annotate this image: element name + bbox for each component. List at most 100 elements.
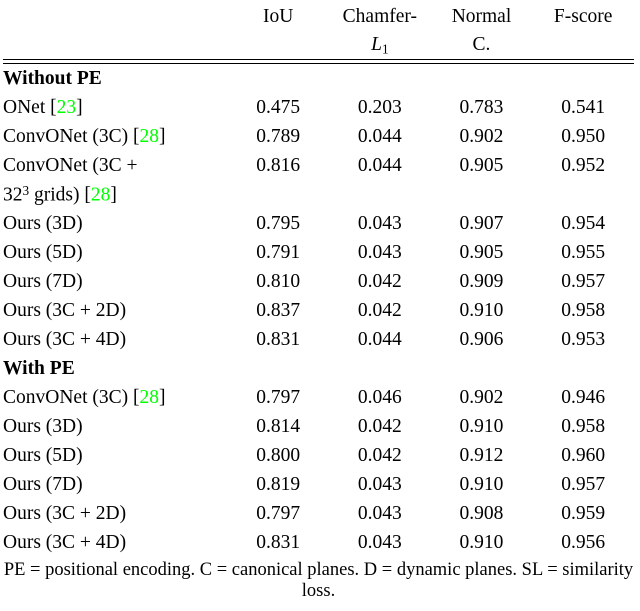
header-f-score: F-score (553, 5, 613, 27)
table-row: Ours (3C + 4D) 0.831 0.043 0.910 0.956 (3, 528, 634, 557)
cell-f-score: 0.958 (561, 415, 606, 437)
cell-chamfer-l1: 0.203 (357, 96, 402, 118)
table-row: Ours (3C + 2D) 0.837 0.042 0.910 0.958 (3, 296, 634, 325)
cell-chamfer-l1: 0.046 (357, 386, 402, 408)
cell-normal-consistency: 0.905 (459, 154, 504, 176)
cell-f-score: 0.957 (561, 473, 606, 495)
table-row-continuation: 323 grids) [28] (3, 180, 634, 209)
header-iou-line2 (227, 31, 329, 60)
section-heading-label: With PE (3, 357, 75, 379)
table-row: ConvONet (3C) [28] 0.797 0.046 0.902 0.946 (3, 383, 634, 412)
table-row: Ours (7D) 0.819 0.043 0.910 0.957 (3, 470, 634, 499)
cell-normal-consistency: 0.910 (459, 531, 504, 553)
cell-chamfer-l1: 0.042 (357, 270, 402, 292)
section-heading-row: With PE (3, 354, 634, 383)
cell-iou: 0.795 (256, 212, 301, 234)
continuation-empty-cell (532, 180, 634, 209)
section-heading-empty-cell (329, 64, 431, 94)
cell-chamfer-l1: 0.043 (357, 531, 402, 553)
cell-iou: 0.800 (256, 444, 301, 466)
row-label: ConvONet (3C) [28] (3, 386, 166, 408)
cell-f-score: 0.958 (561, 299, 606, 321)
row-label: ONet [23] (3, 96, 83, 118)
cell-chamfer-l1: 0.042 (357, 415, 402, 437)
row-label: Ours (7D) (3, 270, 83, 292)
section-heading-empty-cell (532, 64, 634, 94)
cell-chamfer-l1: 0.044 (357, 125, 402, 147)
cell-iou: 0.791 (256, 241, 301, 263)
cell-normal-consistency: 0.902 (459, 125, 504, 147)
section-heading: Without PE (3, 64, 227, 94)
cell-normal-consistency: 0.907 (459, 212, 504, 234)
table-caption: PE = positional encoding. C = canonical … (3, 560, 634, 601)
cell-f-score: 0.954 (561, 212, 606, 234)
cell-iou: 0.831 (256, 531, 301, 553)
results-table: IoU Chamfer- Normal F-score L1 C. Without PE… (3, 2, 634, 557)
cell-iou: 0.837 (256, 299, 301, 321)
cell-iou: 0.797 (256, 502, 301, 524)
row-label-continuation: 323 grids) [28] (3, 182, 117, 206)
cell-f-score: 0.541 (561, 96, 606, 118)
cell-normal-consistency: 0.906 (459, 328, 504, 350)
section-heading: With PE (3, 354, 227, 383)
cell-iou: 0.819 (256, 473, 301, 495)
cell-chamfer-l1: 0.044 (357, 154, 402, 176)
row-label: Ours (5D) (3, 444, 83, 466)
cell-normal-consistency: 0.909 (459, 270, 504, 292)
cell-chamfer-l1: 0.043 (357, 241, 402, 263)
row-label: Ours (3D) (3, 415, 83, 437)
continuation-empty-cell (227, 180, 329, 209)
table-row: Ours (5D) 0.800 0.042 0.912 0.960 (3, 441, 634, 470)
row-label: Ours (7D) (3, 473, 83, 495)
cell-iou: 0.789 (256, 125, 301, 147)
row-label: Ours (3D) (3, 212, 83, 234)
section-heading-empty-cell (227, 64, 329, 94)
cell-normal-consistency: 0.910 (459, 473, 504, 495)
header-iou: IoU (263, 5, 294, 27)
table-row: ONet [23] 0.475 0.203 0.783 0.541 (3, 93, 634, 122)
cell-normal-consistency: 0.912 (459, 444, 504, 466)
row-label: Ours (3C + 4D) (3, 531, 127, 553)
continuation-empty-cell (431, 180, 533, 209)
table-row: Ours (3C + 2D) 0.797 0.043 0.908 0.959 (3, 499, 634, 528)
table-header-row-1: IoU Chamfer- Normal F-score (3, 2, 634, 31)
continuation-empty-cell (329, 180, 431, 209)
table-row: Ours (3D) 0.814 0.042 0.910 0.958 (3, 412, 634, 441)
header-f-score-line2 (532, 31, 634, 60)
cell-chamfer-l1: 0.043 (357, 502, 402, 524)
header-normal-consistency-line2: C. (472, 34, 491, 56)
cell-normal-consistency: 0.910 (459, 299, 504, 321)
section-heading-empty-cell (532, 354, 634, 383)
row-label: Ours (3C + 2D) (3, 299, 127, 321)
cell-normal-consistency: 0.902 (459, 386, 504, 408)
section-heading-row: Without PE (3, 64, 634, 94)
table-row: ConvONet (3C) [28] 0.789 0.044 0.902 0.950 (3, 122, 634, 151)
cell-chamfer-l1: 0.042 (357, 299, 402, 321)
section-heading-empty-cell (329, 354, 431, 383)
header-normal-consistency: Normal (451, 5, 512, 27)
cell-f-score: 0.956 (561, 531, 606, 553)
header-method-cell-2 (3, 31, 227, 60)
cell-f-score: 0.957 (561, 270, 606, 292)
table-row: Ours (7D) 0.810 0.042 0.909 0.957 (3, 267, 634, 296)
cell-f-score: 0.960 (561, 444, 606, 466)
cell-f-score: 0.955 (561, 241, 606, 263)
cell-normal-consistency: 0.905 (459, 241, 504, 263)
row-label: Ours (3C + 2D) (3, 502, 127, 524)
section-heading-empty-cell (431, 64, 533, 94)
cell-chamfer-l1: 0.044 (357, 328, 402, 350)
cell-normal-consistency: 0.908 (459, 502, 504, 524)
cell-iou: 0.797 (256, 386, 301, 408)
cell-iou: 0.475 (256, 96, 301, 118)
cell-f-score: 0.946 (561, 386, 606, 408)
table-figure: IoU Chamfer- Normal F-score L1 C. Without PE… (0, 2, 640, 611)
cell-f-score: 0.953 (561, 328, 606, 350)
header-chamfer-l1: Chamfer- (342, 5, 417, 27)
section-heading-empty-cell (431, 354, 533, 383)
row-label: Ours (3C + 4D) (3, 328, 127, 350)
cell-chamfer-l1: 0.043 (357, 473, 402, 495)
table-header-row-2: L1 C. (3, 31, 634, 60)
cell-f-score: 0.952 (561, 154, 606, 176)
section-heading-label: Without PE (3, 67, 102, 89)
section-heading-empty-cell (227, 354, 329, 383)
